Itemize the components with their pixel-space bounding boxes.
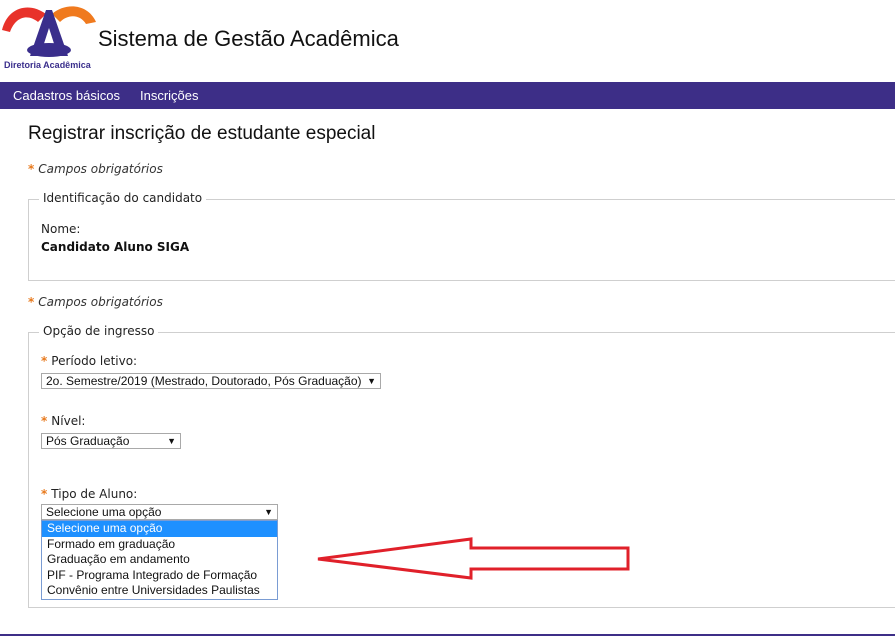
- chevron-down-icon: ▼: [167, 436, 176, 446]
- app-title: Sistema de Gestão Acadêmica: [98, 26, 399, 51]
- nav-item-cadastros[interactable]: Cadastros básicos: [13, 88, 120, 103]
- period-label-text: Período letivo:: [51, 354, 138, 368]
- main-navbar: Cadastros básicos Inscrições: [0, 82, 895, 109]
- required-fields-note-2: * Campos obrigatórios: [28, 295, 163, 309]
- required-fields-note: * Campos obrigatórios: [28, 162, 163, 176]
- asterisk-icon: *: [28, 295, 35, 309]
- identification-legend: Identificação do candidato: [39, 191, 207, 205]
- level-select-value: Pós Graduação: [46, 434, 130, 448]
- page-title: Registrar inscrição de estudante especia…: [28, 123, 376, 144]
- chevron-down-icon: ▼: [264, 507, 273, 517]
- app-header: Diretoria Acadêmica Sistema de Gestão Ac…: [0, 0, 895, 82]
- student-type-dropdown-list: Selecione uma opção Formado em graduação…: [41, 520, 278, 600]
- period-label: * Período letivo:: [41, 354, 137, 368]
- nav-item-inscricoes[interactable]: Inscrições: [140, 88, 199, 103]
- required-note-text: Campos obrigatórios: [38, 162, 163, 176]
- footer-divider: [0, 634, 895, 636]
- student-type-label: * Tipo de Aluno:: [41, 487, 137, 501]
- required-note-text: Campos obrigatórios: [38, 295, 163, 309]
- name-label: Nome:: [41, 222, 81, 236]
- period-select-value: 2o. Semestre/2019 (Mestrado, Doutorado, …: [46, 374, 362, 388]
- level-select[interactable]: Pós Graduação ▼: [41, 433, 181, 449]
- dropdown-option[interactable]: PIF - Programa Integrado de Formação: [42, 568, 277, 584]
- student-type-label-text: Tipo de Aluno:: [51, 487, 138, 501]
- asterisk-icon: *: [41, 354, 48, 368]
- level-label-text: Nível:: [51, 414, 86, 428]
- logo-caption: Diretoria Acadêmica: [4, 60, 91, 70]
- asterisk-icon: *: [28, 162, 35, 176]
- ingress-legend: Opção de ingresso: [39, 324, 159, 338]
- dropdown-option[interactable]: Graduação em andamento: [42, 552, 277, 568]
- asterisk-icon: *: [41, 414, 48, 428]
- level-label: * Nível:: [41, 414, 85, 428]
- student-type-select-value: Selecione uma opção: [46, 505, 162, 519]
- dropdown-option[interactable]: Formado em graduação: [42, 537, 277, 553]
- dropdown-option[interactable]: Convênio entre Universidades Paulistas: [42, 583, 277, 599]
- period-select[interactable]: 2o. Semestre/2019 (Mestrado, Doutorado, …: [41, 373, 381, 389]
- dropdown-option[interactable]: Selecione uma opção: [42, 521, 277, 537]
- asterisk-icon: *: [41, 487, 48, 501]
- candidate-name: Candidato Aluno SIGA: [41, 240, 190, 254]
- student-type-select[interactable]: Selecione uma opção ▼: [41, 504, 278, 520]
- chevron-down-icon: ▼: [367, 376, 376, 386]
